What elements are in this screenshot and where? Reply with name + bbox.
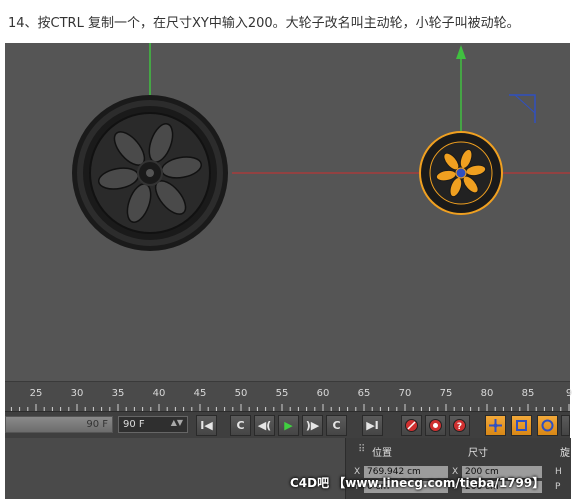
record-key-icon[interactable] (401, 415, 422, 436)
loop-forward-button[interactable]: C (326, 415, 347, 436)
more-tools-icon[interactable] (561, 415, 570, 436)
svg-text:?: ? (457, 422, 462, 432)
watermark: C4D吧 【www.linecg.com/tieba/1799】 (290, 476, 545, 490)
small-wheel[interactable] (419, 131, 503, 215)
ruler-tick-label: 75 (439, 388, 453, 399)
loop-back-button[interactable]: C (230, 415, 251, 436)
play-button[interactable]: ▶ (278, 415, 299, 436)
ruler-tick-label: 60 (316, 388, 330, 399)
ruler-tick-label: 25 (29, 388, 43, 399)
small-wheel-pivot (455, 167, 467, 179)
bounding-box-diagonal (514, 94, 536, 114)
ruler-tick-label: 70 (398, 388, 412, 399)
3d-viewport[interactable] (5, 43, 570, 381)
h-rotation-label: H (555, 467, 562, 477)
ruler-tick-label: 85 (521, 388, 535, 399)
scale-tool-icon[interactable] (511, 415, 532, 436)
end-frame-value: 90 F (123, 419, 145, 430)
ruler-tick-label: 35 (111, 388, 125, 399)
size-header: 尺寸 (468, 448, 488, 459)
rotation-header: 旋 (560, 448, 570, 459)
end-frame-field[interactable]: 90 F ▲▼ (118, 416, 188, 433)
ruler-tick-label: 40 (152, 388, 166, 399)
goto-end-button[interactable]: ▶I (362, 415, 383, 436)
big-wheel[interactable] (72, 95, 228, 251)
prev-key-button[interactable]: ◀( (254, 415, 275, 436)
p-rotation-label: P (555, 482, 561, 492)
next-key-button[interactable]: )▶ (302, 415, 323, 436)
ruler-tick-label: 30 (70, 388, 84, 399)
viewport-canvas[interactable] (5, 43, 570, 381)
frame-stepper-icon[interactable]: ▲▼ (171, 418, 183, 427)
timeline-ruler[interactable]: 25 30 35 40 45 50 55 60 65 70 75 80 85 9 (5, 381, 573, 412)
ruler-tick-label: 80 (480, 388, 494, 399)
goto-start-button[interactable]: I◀ (196, 415, 217, 436)
ruler-tick-label: 55 (275, 388, 289, 399)
ruler-labels: 25 30 35 40 45 50 55 60 65 70 75 80 85 9 (5, 388, 573, 400)
big-wheel-axle (146, 169, 154, 177)
ruler-tick-label: 50 (234, 388, 248, 399)
header-grip-icon: ⠿ (358, 444, 366, 455)
autokey-icon[interactable] (425, 415, 446, 436)
rotate-tool-icon[interactable] (537, 415, 558, 436)
position-header: 位置 (372, 448, 392, 459)
start-frame-field[interactable]: 90 F (5, 416, 113, 433)
tutorial-caption: 14、按CTRL 复制一个，在尺寸XY中输入200。大轮子改名叫主动轮，小轮子叫… (8, 16, 520, 31)
y-axis-arrow-icon[interactable] (456, 45, 466, 59)
ruler-tick-label: 65 (357, 388, 371, 399)
ruler-tick-label: 45 (193, 388, 207, 399)
move-tool-icon[interactable] (485, 415, 506, 436)
keyframe-help-icon[interactable]: ? (449, 415, 470, 436)
ruler-tick-label: 9 (565, 388, 573, 399)
playback-controls: 90 F 90 F ▲▼ I◀ C ◀( ▶ )▶ C ▶I ? (5, 411, 570, 439)
